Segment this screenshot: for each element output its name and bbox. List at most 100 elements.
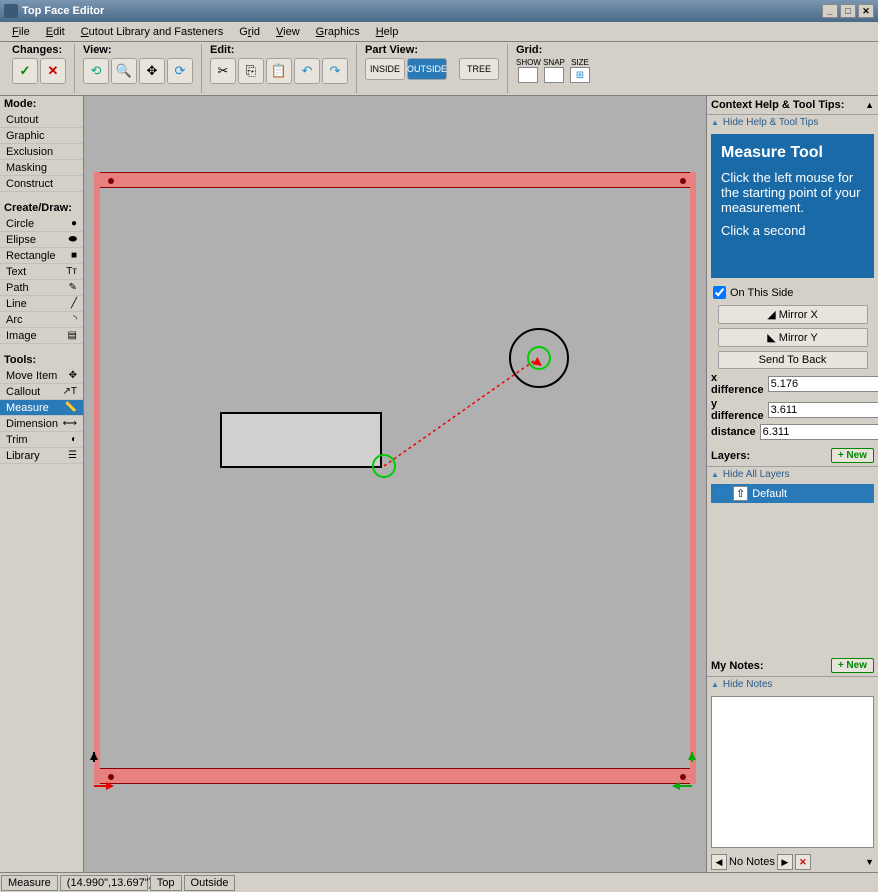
accept-button[interactable]: ✓ — [12, 58, 38, 84]
library-icon: ☰ — [68, 450, 77, 461]
layers-title: Layers: — [711, 450, 750, 462]
mode-graphic[interactable]: Graphic — [0, 128, 83, 144]
mode-masking[interactable]: Masking — [0, 160, 83, 176]
redo-button[interactable]: ↷ — [322, 58, 348, 84]
arc-icon: ◝ — [73, 314, 77, 325]
menu-edit[interactable]: Edit — [38, 24, 73, 40]
menu-cutout[interactable]: Cutout Library and Fasteners — [73, 24, 231, 40]
notes-new-button[interactable]: + New — [831, 658, 874, 673]
move-icon: ✥ — [69, 370, 77, 381]
changes-label: Changes: — [12, 44, 66, 56]
create-path[interactable]: Path✎ — [0, 280, 83, 296]
inside-button[interactable]: INSIDE — [365, 58, 405, 80]
layer-visible-icon[interactable]: 👁 — [715, 487, 729, 500]
menu-grid[interactable]: Grid — [231, 24, 268, 40]
hide-notes-button[interactable]: Hide Notes — [707, 677, 878, 692]
measure-start-point[interactable] — [372, 454, 396, 478]
on-this-side-check[interactable]: On This Side — [707, 282, 878, 303]
dist-label: distance — [711, 426, 756, 438]
send-to-back-button[interactable]: Send To Back — [718, 351, 868, 369]
mode-title: Mode: — [0, 96, 83, 112]
image-icon: ▤ — [68, 330, 77, 341]
hide-layers-button[interactable]: Hide All Layers — [707, 467, 878, 482]
tree-button[interactable]: TREE — [459, 58, 499, 80]
status-face: Top — [150, 875, 182, 891]
tool-trim[interactable]: Trim◐ — [0, 432, 83, 448]
refresh-button[interactable]: ⟳ — [167, 58, 193, 84]
reject-button[interactable]: ✕ — [40, 58, 66, 84]
mode-exclusion[interactable]: Exclusion — [0, 144, 83, 160]
face-edge-right — [690, 172, 696, 784]
tool-measure[interactable]: Measure📏 — [0, 400, 83, 416]
create-text[interactable]: TextTᴛ — [0, 264, 83, 280]
hide-help-button[interactable]: Hide Help & Tool Tips — [707, 115, 878, 130]
xdiff-label: x difference — [711, 372, 764, 396]
canvas[interactable] — [84, 96, 706, 872]
menu-view[interactable]: View — [268, 24, 308, 40]
minimize-button[interactable]: _ — [822, 4, 838, 18]
notes-delete-button[interactable]: ✕ — [795, 854, 811, 870]
tool-dimension[interactable]: Dimension⟷ — [0, 416, 83, 432]
paste-button[interactable]: 📋 — [266, 58, 292, 84]
grid-snap-label: SNAP — [542, 58, 566, 67]
on-this-side-checkbox[interactable] — [713, 286, 726, 299]
create-line[interactable]: Line╱ — [0, 296, 83, 312]
measure-end-point[interactable] — [527, 346, 551, 370]
help-body: Click the left mouse for the starting po… — [721, 170, 864, 215]
grid-show-toggle[interactable] — [518, 67, 538, 83]
maximize-button[interactable]: □ — [840, 4, 856, 18]
tool-moveitem[interactable]: Move Item✥ — [0, 368, 83, 384]
circle-icon: ● — [71, 218, 77, 229]
create-circle[interactable]: Circle● — [0, 216, 83, 232]
menu-graphics[interactable]: Graphics — [308, 24, 368, 40]
menu-file[interactable]: FFileile — [4, 24, 38, 40]
partview-label: Part View: — [365, 44, 499, 56]
create-image[interactable]: Image▤ — [0, 328, 83, 344]
notes-textarea[interactable] — [711, 696, 874, 848]
grid-size-button[interactable]: ⊞ — [570, 67, 590, 83]
rectangle-shape[interactable] — [220, 412, 382, 468]
notes-status: No Notes — [729, 856, 775, 868]
ydiff-input[interactable] — [768, 402, 878, 418]
menu-help[interactable]: Help — [368, 24, 407, 40]
status-tool: Measure — [1, 875, 58, 891]
pan-button[interactable]: ✥ — [139, 58, 165, 84]
statusbar: Measure (14.990",13.697") Top Outside — [0, 872, 878, 892]
layer-default[interactable]: 👁 ⇧ Default — [711, 484, 874, 503]
layer-lock-icon[interactable]: ⇧ — [733, 486, 748, 501]
xdiff-input[interactable] — [768, 376, 878, 392]
mirror-y-button[interactable]: ◣ Mirror Y — [718, 328, 868, 347]
status-coords: (14.990",13.697") — [60, 875, 148, 891]
close-button[interactable]: ✕ — [858, 4, 874, 18]
layers-new-button[interactable]: + New — [831, 448, 874, 463]
titlebar: Top Face Editor _ □ ✕ — [0, 0, 878, 22]
undo-button[interactable]: ↶ — [294, 58, 320, 84]
mode-construct[interactable]: Construct — [0, 176, 83, 192]
dist-input[interactable] — [760, 424, 878, 440]
menubar: FFileile Edit Cutout Library and Fastene… — [0, 22, 878, 42]
outside-button[interactable]: OUTSIDE — [407, 58, 447, 80]
trim-icon: ◐ — [71, 434, 77, 445]
notes-prev-button[interactable]: ◀ — [711, 854, 727, 870]
tool-callout[interactable]: Callout↗T — [0, 384, 83, 400]
notes-next-button[interactable]: ▶ — [777, 854, 793, 870]
cut-button[interactable]: ✂ — [210, 58, 236, 84]
mirror-x-button[interactable]: ◢ Mirror X — [718, 305, 868, 324]
handle[interactable] — [680, 178, 686, 184]
scroll-down-icon[interactable]: ▼ — [865, 857, 874, 867]
zoom-in-button[interactable]: 🔍 — [111, 58, 137, 84]
tools-title: Tools: — [0, 352, 83, 368]
window-title: Top Face Editor — [22, 5, 104, 17]
scroll-up-icon[interactable]: ▲ — [865, 100, 874, 110]
create-arc[interactable]: Arc◝ — [0, 312, 83, 328]
tool-library[interactable]: Library☰ — [0, 448, 83, 464]
copy-button[interactable]: ⎘ — [238, 58, 264, 84]
zoom-fit-button[interactable]: ⟲ — [83, 58, 109, 84]
create-elipse[interactable]: Elipse⬬ — [0, 232, 83, 248]
create-rectangle[interactable]: Rectangle■ — [0, 248, 83, 264]
help-body-2: Click a second — [721, 223, 864, 238]
handle[interactable] — [108, 178, 114, 184]
mode-cutout[interactable]: Cutout — [0, 112, 83, 128]
context-title: Context Help & Tool Tips: ▲ — [707, 96, 878, 115]
grid-snap-toggle[interactable] — [544, 67, 564, 83]
